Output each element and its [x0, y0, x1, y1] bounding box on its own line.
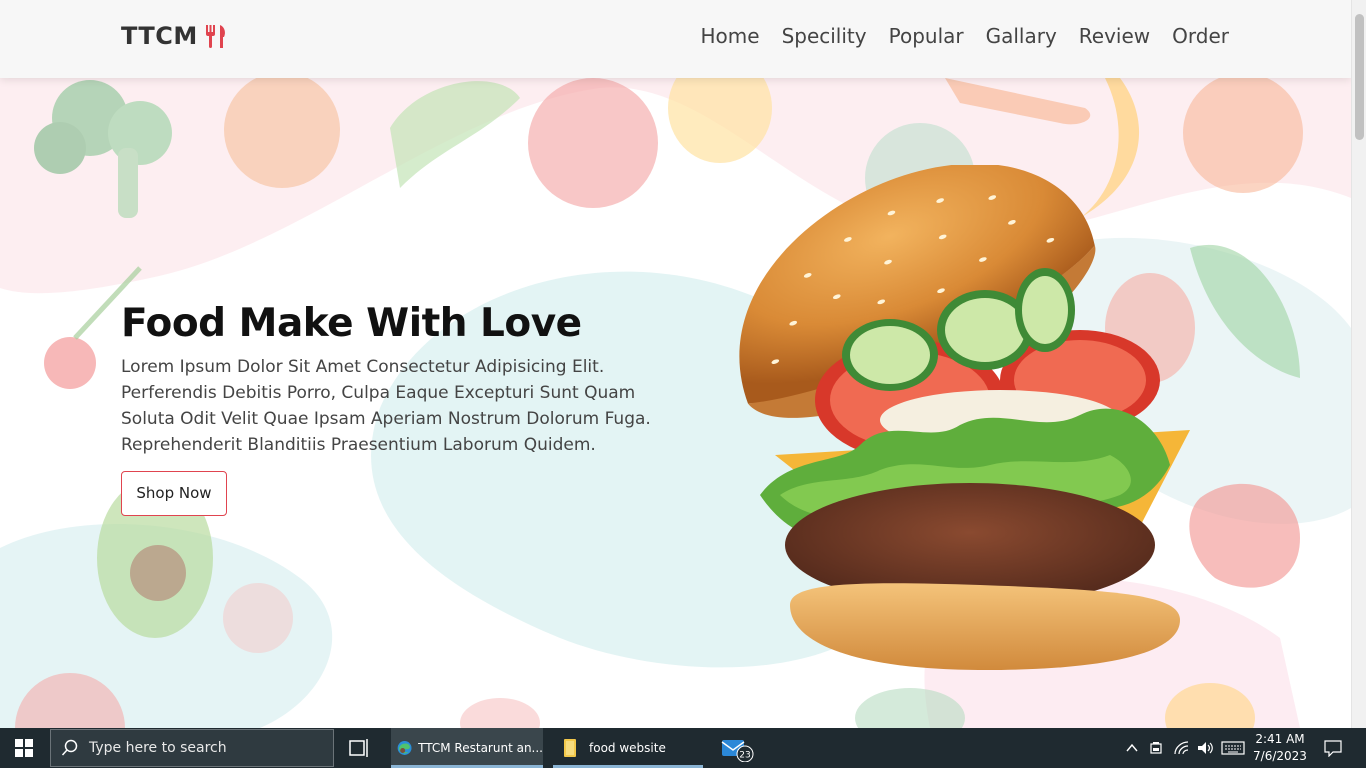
- windows-logo-icon: [15, 739, 33, 757]
- windows-taskbar: Type here to search TTCM Restarunt an...…: [0, 728, 1366, 768]
- taskbar-search-box[interactable]: Type here to search: [50, 729, 334, 767]
- fork-knife-icon: [205, 25, 225, 48]
- hero-title: Food Make With Love: [121, 301, 582, 346]
- mail-icon[interactable]: 23: [720, 736, 756, 762]
- burger-image: [739, 165, 1190, 670]
- taskbar-app-label: food website: [589, 741, 666, 755]
- hero-description: Lorem Ipsum Dolor Sit Amet Consectetur A…: [121, 357, 651, 455]
- site-header: TTCM Home Specility Popular Gallary Revi…: [0, 0, 1351, 78]
- shop-now-button[interactable]: Shop Now: [121, 471, 227, 516]
- volume-icon[interactable]: [1196, 740, 1214, 756]
- folder-icon: [564, 739, 576, 757]
- nav-order[interactable]: Order: [1172, 24, 1229, 48]
- keyboard-icon[interactable]: [1221, 741, 1245, 755]
- scrollbar-thumb[interactable]: [1355, 14, 1364, 140]
- nav-home[interactable]: Home: [701, 24, 760, 48]
- chevron-up-icon[interactable]: [1125, 741, 1139, 755]
- nav-popular[interactable]: Popular: [889, 24, 964, 48]
- page-scrollbar[interactable]: [1351, 0, 1366, 728]
- task-view-icon[interactable]: [348, 738, 370, 758]
- main-nav: Home Specility Popular Gallary Review Or…: [701, 24, 1230, 48]
- mail-badge-count: 23: [739, 751, 750, 761]
- site-logo[interactable]: TTCM: [121, 22, 228, 50]
- web-page: TTCM Home Specility Popular Gallary Revi…: [0, 0, 1351, 728]
- clock-time: 2:41 AM: [1255, 732, 1305, 746]
- battery-icon[interactable]: [1148, 740, 1164, 756]
- taskbar-app-label: TTCM Restarunt an...: [418, 741, 543, 755]
- search-icon: [61, 739, 78, 756]
- nav-gallary[interactable]: Gallary: [986, 24, 1057, 48]
- wifi-icon[interactable]: [1173, 740, 1189, 756]
- clock-date: 7/6/2023: [1253, 749, 1307, 763]
- search-placeholder: Type here to search: [89, 740, 227, 756]
- start-button[interactable]: [0, 728, 48, 768]
- logo-text: TTCM: [121, 22, 198, 50]
- nav-review[interactable]: Review: [1079, 24, 1150, 48]
- system-clock[interactable]: 2:41 AM 7/6/2023: [1244, 731, 1316, 765]
- taskbar-app-browser[interactable]: TTCM Restarunt an...: [391, 728, 543, 768]
- edge-browser-icon: [397, 741, 412, 755]
- notification-center-icon[interactable]: [1324, 739, 1342, 757]
- hero-content: Food Make With Love Lorem Ipsum Dolor Si…: [121, 300, 681, 516]
- taskbar-app-file-explorer[interactable]: food website: [553, 728, 703, 768]
- nav-specility[interactable]: Specility: [782, 24, 867, 48]
